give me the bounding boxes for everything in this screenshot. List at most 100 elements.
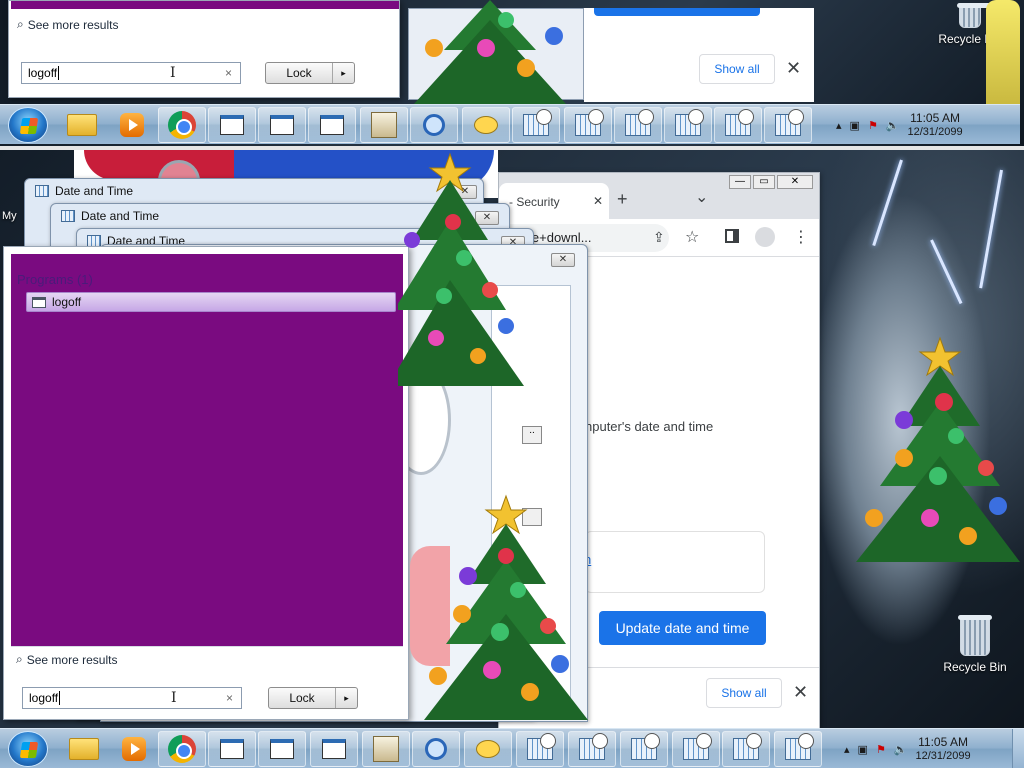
date-time-icon <box>575 109 604 136</box>
date-time-icon <box>625 109 654 136</box>
menu-kebab-icon[interactable]: ⋮ <box>793 227 809 247</box>
action-center-icon[interactable]: ⚑ <box>868 119 878 132</box>
show-all-downloads-button[interactable]: Show all <box>706 678 782 708</box>
nested-window-button[interactable] <box>208 107 256 143</box>
nested-explorer-button[interactable] <box>58 107 106 143</box>
nested-installer-button[interactable] <box>360 107 408 143</box>
installer-taskbar-button[interactable] <box>362 731 410 767</box>
close-download-bar-icon[interactable]: ✕ <box>793 682 808 703</box>
nested-date-time-button[interactable] <box>564 107 612 143</box>
volume-icon[interactable]: 🔈 <box>894 743 908 756</box>
clock-date: 12/31/2099 <box>915 750 971 762</box>
side-panel-icon[interactable] <box>725 229 739 243</box>
nested-date-time-button[interactable] <box>664 107 712 143</box>
date-time-taskbar-button[interactable] <box>722 731 770 767</box>
nested-lock-label: Lock <box>286 66 312 80</box>
start-search-input[interactable]: logoff I × <box>22 687 242 709</box>
window-taskbar-button[interactable] <box>258 731 306 767</box>
nested-start-menu: ⌕ See more results logoff I × Lock ▸ <box>8 0 400 98</box>
nested-clock-time: 11:05 AM <box>910 111 960 125</box>
date-time-window-title: Date and Time <box>55 184 134 198</box>
close-window-icon[interactable]: ✕ <box>551 253 575 267</box>
nested-see-more-link[interactable]: ⌕ See more results <box>17 17 118 32</box>
nested-date-time-button[interactable] <box>512 107 560 143</box>
nested-window-button[interactable] <box>258 107 306 143</box>
chat-taskbar-button[interactable] <box>464 731 512 767</box>
folder-icon <box>67 114 97 136</box>
chevron-right-icon[interactable]: ▸ <box>335 688 357 708</box>
explorer-taskbar-button[interactable] <box>60 731 108 767</box>
profile-avatar-icon[interactable] <box>755 227 775 247</box>
update-date-time-button[interactable]: Update date and time <box>599 611 766 645</box>
network-icon[interactable]: ▣ <box>850 119 860 132</box>
nested-lock-button[interactable]: Lock ▸ <box>265 62 355 84</box>
nested-date-time-button[interactable] <box>764 107 812 143</box>
change-date-button[interactable]: .. <box>522 426 542 444</box>
nested-search-value: logoff <box>28 66 58 80</box>
clear-search-icon[interactable]: × <box>226 691 233 705</box>
date-time-taskbar-button[interactable] <box>620 731 668 767</box>
clear-search-icon[interactable]: × <box>225 66 232 80</box>
tab-search-icon[interactable]: ⌄ <box>695 187 708 207</box>
magnifier-taskbar-button[interactable] <box>412 731 460 767</box>
show-desktop-button[interactable] <box>1012 729 1024 768</box>
chevron-right-icon[interactable]: ▸ <box>332 63 354 83</box>
volume-icon[interactable]: 🔈 <box>886 119 900 132</box>
date-time-taskbar-button[interactable] <box>774 731 822 767</box>
window-close-icon[interactable]: ✕ <box>777 175 813 189</box>
bookmark-star-icon[interactable]: ☆ <box>685 227 699 247</box>
tray-expand-icon[interactable]: ▴ <box>836 119 842 132</box>
chrome-taskbar-button[interactable] <box>158 731 206 767</box>
date-time-taskbar-button[interactable] <box>568 731 616 767</box>
restore-icon[interactable]: ▭ <box>753 175 775 189</box>
program-result-logoff[interactable]: logoff <box>26 292 396 312</box>
magnifier-icon <box>425 738 447 760</box>
date-time-taskbar-button[interactable] <box>516 731 564 767</box>
nested-media-player-button[interactable] <box>108 107 156 143</box>
nested-show-all-button[interactable]: Show all <box>699 54 775 84</box>
share-icon[interactable]: ⇪ <box>653 229 665 246</box>
nested-start-button[interactable] <box>8 107 48 143</box>
tray-expand-icon[interactable]: ▴ <box>844 743 850 756</box>
recycle-bin-icon <box>957 3 991 28</box>
nested-magnifier-button[interactable] <box>410 107 458 143</box>
window-taskbar-button[interactable] <box>310 731 358 767</box>
date-time-taskbar-button[interactable] <box>672 731 720 767</box>
media-player-taskbar-button[interactable] <box>110 731 158 767</box>
nested-update-button[interactable] <box>594 8 760 16</box>
search-icon: ⌕ <box>16 652 23 666</box>
new-tab-icon[interactable]: + <box>617 189 628 210</box>
date-time-icon <box>631 733 660 760</box>
nested-see-more-label: See more results <box>27 17 119 32</box>
magnifier-icon <box>423 114 445 136</box>
nested-clock[interactable]: 11:05 AM 12/31/2099 <box>908 111 963 139</box>
nested-search-input[interactable]: logoff I × <box>21 62 241 84</box>
nested-chrome-button[interactable] <box>158 107 206 143</box>
recycle-bin-icon <box>958 615 992 656</box>
menu-divider <box>11 646 403 647</box>
nested-date-time-button[interactable] <box>614 107 662 143</box>
nested-window-button[interactable] <box>308 107 356 143</box>
system-tray: ▴ ▣ ⚑ 🔈 11:05 AM 12/31/2099 <box>844 729 971 768</box>
action-center-icon[interactable]: ⚑ <box>876 743 886 756</box>
folder-icon <box>69 738 99 760</box>
nested-chat-button[interactable] <box>462 107 510 143</box>
media-player-icon <box>122 737 146 761</box>
recycle-bin-shortcut[interactable]: Recycle Bin <box>938 615 1012 674</box>
christmas-tree-decoration <box>414 0 566 104</box>
start-button[interactable] <box>8 731 48 767</box>
taskbar-clock[interactable]: 11:05 AM 12/31/2099 <box>916 735 971 763</box>
search-input-value: logoff <box>29 691 59 705</box>
search-icon: ⌕ <box>17 17 24 31</box>
see-more-results-link[interactable]: ⌕ See more results <box>16 652 117 667</box>
christmas-tree-decoration <box>856 336 1020 562</box>
minimize-icon[interactable]: — <box>729 175 751 189</box>
nested-date-time-button[interactable] <box>714 107 762 143</box>
programs-results-panel: Programs (1) <box>11 254 403 646</box>
close-tab-icon[interactable]: ✕ <box>593 194 603 208</box>
nested-close-download-icon[interactable]: ✕ <box>786 58 801 79</box>
window-taskbar-button[interactable] <box>208 731 256 767</box>
see-more-label: See more results <box>26 652 118 667</box>
network-icon[interactable]: ▣ <box>858 743 868 756</box>
lock-button[interactable]: Lock ▸ <box>268 687 358 709</box>
